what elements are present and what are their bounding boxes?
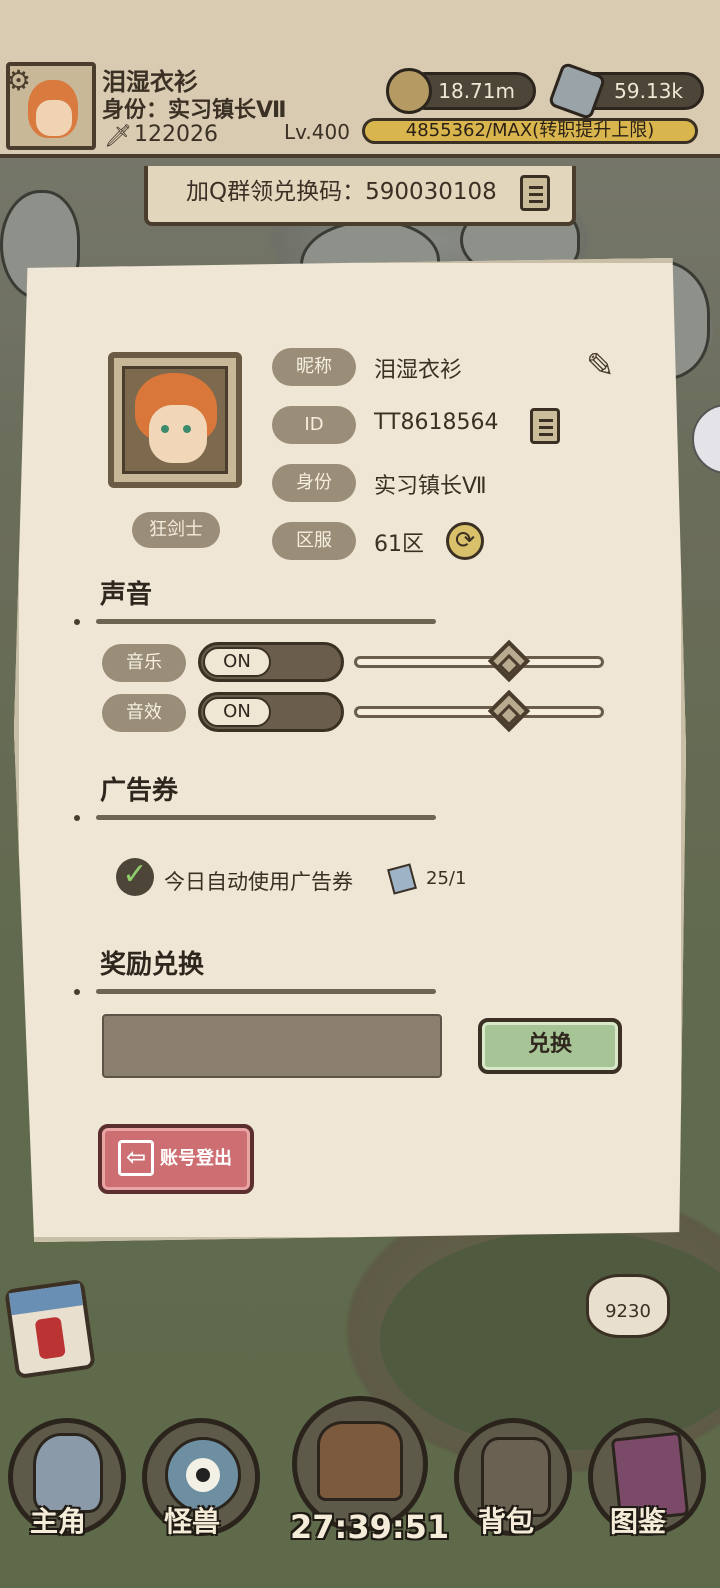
identity-label: 身份 [272,464,356,502]
copy-id-icon[interactable] [530,408,560,444]
stone-icon [547,61,607,121]
sound-divider [96,619,436,624]
top-status-bar: ⚙ 泪湿衣衫 身份：实习镇长Ⅶ 🗡 122026 18.71m 59.13k L… [0,0,720,158]
reward-section-title: 奖励兑换 [100,950,205,980]
side-float-button[interactable] [692,404,720,474]
edit-pencil-icon[interactable]: ✎ [586,346,626,386]
auto-use-checkbox[interactable]: ✓ [116,858,154,896]
music-volume-slider[interactable] [354,656,604,668]
auto-use-label: 今日自动使用广告券 [164,870,353,894]
sfx-toggle-state: ON [203,697,271,727]
sword-icon: 🗡 [104,124,132,149]
divider-dot [74,619,80,625]
nav-hero-label: 主角 [30,1505,87,1538]
sfx-volume-slider[interactable] [354,706,604,718]
player-level: Lv.400 [284,120,350,144]
identity-value: 实习镇长Ⅶ [374,474,487,499]
copy-icon[interactable] [520,174,551,211]
ad-ticket-section-title: 广告券 [100,776,179,806]
hill [380,1230,720,1450]
xp-bar: 4855362/MAX(转职提升上限) [362,118,698,144]
switch-server-icon[interactable]: ⟳ [446,522,484,560]
logout-icon: ⇦ [118,1140,154,1176]
avatar [122,366,228,474]
profile-portrait[interactable] [108,352,242,488]
music-toggle-state: ON [203,647,271,677]
nav-codex-label: 图鉴 [610,1505,667,1538]
nickname-value: 泪湿衣衫 [374,358,463,383]
expedition-timer: 27:39:51 [290,1508,450,1546]
coin-icon [386,68,432,114]
settings-gear-icon[interactable]: ⚙ [6,64,31,97]
redeem-code-input[interactable] [102,1014,442,1078]
qq-group-banner[interactable]: 加Q群领兑换码：590030108 [144,166,576,226]
player-title: 身份：实习镇长Ⅶ [102,98,287,123]
sfx-toggle[interactable]: ON [198,692,344,732]
logout-button[interactable]: ⇦ 账号登出 [98,1124,254,1194]
server-value: 61区 [374,532,424,557]
combat-power: 122026 [134,122,218,147]
calendar-icon[interactable] [4,1278,96,1380]
class-badge: 狂剑士 [132,512,220,548]
map-bubble[interactable]: 9230 [586,1274,670,1338]
reward-divider [96,989,436,994]
qq-banner-text: 加Q群领兑换码：590030108 [186,179,497,205]
ad-divider [96,815,436,820]
id-label: ID [272,406,356,444]
sfx-label: 音效 [102,694,186,732]
music-label: 音乐 [102,644,186,682]
divider-dot [74,989,80,995]
redeem-button[interactable]: 兑换 [478,1018,622,1074]
ad-ticket-count: 25/1 [426,868,467,889]
logout-label: 账号登出 [160,1148,232,1169]
server-label: 区服 [272,522,356,560]
nav-backpack-label: 背包 [478,1505,535,1538]
nav-monster-label: 怪兽 [164,1505,221,1538]
nickname-label: 昵称 [272,348,356,386]
id-value: TT8618564 [374,410,499,435]
sound-section-title: 声音 [100,580,153,610]
music-toggle[interactable]: ON [198,642,344,682]
ship-icon [317,1421,403,1501]
divider-dot [74,815,80,821]
